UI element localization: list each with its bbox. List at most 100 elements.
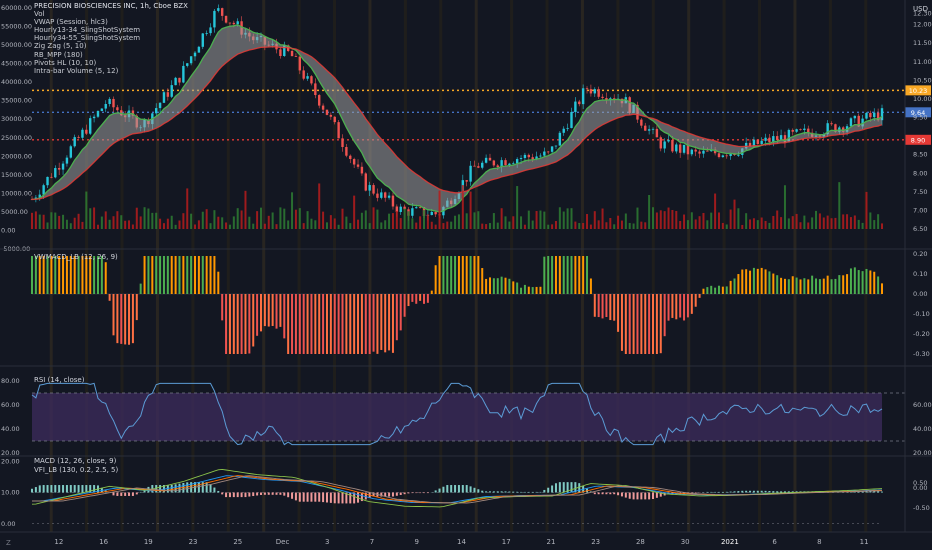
- macd-hist-bar: [333, 492, 336, 504]
- time-axis-label: 9: [415, 538, 419, 546]
- volume-bar: [574, 221, 577, 229]
- vwmacd-bar: [298, 294, 301, 354]
- candle: [92, 116, 96, 119]
- macd-hist-bar: [42, 485, 45, 493]
- candle: [236, 21, 239, 25]
- vwmacd-bar: [725, 286, 728, 294]
- vwmacd-title[interactable]: VWMACD_LB (12, 26, 9): [34, 253, 118, 261]
- candle: [85, 129, 88, 134]
- vwmacd-bar: [325, 294, 328, 354]
- volume-axis-label: 10000.00: [1, 189, 32, 197]
- vwmacd-bar: [822, 278, 825, 294]
- volume-bar: [395, 211, 398, 229]
- volume-bar: [162, 223, 165, 229]
- vwmacd-bar: [399, 294, 402, 331]
- macd-hist-bar: [543, 489, 546, 493]
- volume-bar: [527, 210, 530, 229]
- vwmacd-bar: [873, 271, 876, 294]
- vwmacd-bar: [275, 294, 278, 329]
- volume-bar: [717, 212, 720, 229]
- vwmacd-bar: [667, 294, 670, 321]
- macd-hist-bar: [69, 485, 72, 493]
- chart-settings-label[interactable]: Z: [6, 539, 11, 547]
- macd-hist-bar: [62, 485, 65, 493]
- vfi-axis-label: -0.50: [913, 504, 930, 512]
- volume-bar: [873, 220, 876, 229]
- vwmacd-bar: [558, 256, 561, 294]
- vwmacd-bar: [473, 256, 476, 294]
- candle: [760, 140, 763, 145]
- macd-hist-bar: [776, 491, 779, 493]
- candle: [345, 147, 348, 156]
- price-axis-label: 8.50: [913, 151, 927, 159]
- vwmacd-bar: [566, 256, 569, 294]
- macd-hist-bar: [783, 491, 786, 493]
- candle: [803, 128, 806, 130]
- vwmacd-bar: [197, 256, 200, 294]
- candle: [655, 128, 659, 138]
- candle: [372, 185, 375, 194]
- vwmacd-bar: [496, 278, 499, 294]
- macd-hist-bar: [768, 491, 771, 493]
- volume-bar: [221, 217, 224, 229]
- indicator-slingshot-34-55[interactable]: Hourly34-55_SlingShotSystem: [34, 34, 188, 42]
- volume-bar: [846, 214, 849, 229]
- indicator-slingshot-13-34[interactable]: Hourly13-34_SlingShotSystem: [34, 26, 188, 34]
- indicator-intrabar-volume[interactable]: Intra-bar Volume (5, 12): [34, 67, 188, 75]
- volume-bar: [38, 214, 41, 229]
- candle: [756, 139, 759, 145]
- vwmacd-bar: [857, 270, 860, 294]
- candle: [671, 139, 674, 152]
- vfi-title[interactable]: VFI_LB (130, 0.2, 2.5, 5): [34, 466, 118, 474]
- candle: [213, 10, 216, 28]
- volume-bar: [166, 218, 169, 229]
- indicator-zigzag[interactable]: Zig Zag (5, 10): [34, 42, 188, 50]
- volume-bar: [186, 188, 189, 229]
- volume-bar: [578, 223, 581, 229]
- macd-hist-bar: [500, 491, 503, 493]
- indicator-rb-mpp[interactable]: RB_MPP (180): [34, 51, 188, 59]
- candle: [554, 145, 558, 147]
- volume-bar: [131, 224, 134, 229]
- candle: [193, 52, 197, 57]
- macd-hist-bar: [124, 492, 127, 496]
- candle: [721, 155, 725, 158]
- trading-chart[interactable]: 10.239.648.90 12.3012.0011.5011.0010.501…: [0, 0, 932, 550]
- macd-hist-bar: [652, 492, 655, 500]
- macd-hist-bar: [725, 491, 728, 493]
- rsi-title[interactable]: RSI (14, close): [34, 376, 84, 384]
- candle: [481, 162, 484, 168]
- volume-bar: [520, 216, 523, 229]
- volume-bar: [554, 221, 557, 229]
- candle: [519, 158, 523, 160]
- volume-bar: [267, 215, 270, 229]
- candle: [290, 50, 294, 57]
- macd-hist-bar: [341, 492, 344, 504]
- vwmacd-bar: [430, 290, 433, 294]
- vwmacd-bar: [73, 256, 76, 294]
- volume-axis-label: 0.00: [1, 226, 15, 234]
- vwmacd-bar: [574, 256, 577, 294]
- volume-bar: [461, 185, 464, 229]
- volume-bar: [671, 209, 674, 229]
- indicator-vol[interactable]: Vol: [34, 10, 188, 18]
- volume-bar: [838, 182, 841, 229]
- vwmacd-bar: [477, 256, 480, 294]
- candle: [42, 185, 45, 195]
- vwmacd-bar: [508, 278, 511, 294]
- volume-bar: [547, 224, 550, 229]
- macd-title[interactable]: MACD (12, 26, close, 9): [34, 457, 116, 465]
- volume-bar: [609, 218, 612, 229]
- volume-bar: [104, 211, 107, 229]
- macd-hist-bar: [523, 491, 526, 493]
- vwmacd-bar: [209, 256, 212, 294]
- indicator-pivots[interactable]: Pivots HL (10, 10): [34, 59, 188, 67]
- vwmacd-bar: [655, 294, 658, 354]
- indicator-vwap[interactable]: VWAP (Session, hlc3): [34, 18, 188, 26]
- vwmacd-bar: [81, 256, 84, 294]
- chart-title[interactable]: PRECISION BIOSCIENCES INC, 1h, Cboe BZX: [34, 2, 188, 10]
- volume-bar: [376, 209, 379, 229]
- candle: [473, 165, 476, 167]
- vwmacd-bar: [423, 294, 426, 304]
- macd-hist-bar: [752, 490, 755, 493]
